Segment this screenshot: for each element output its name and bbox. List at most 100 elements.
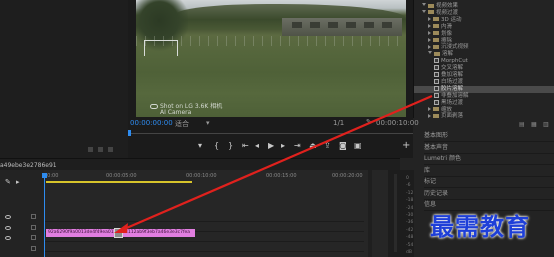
chevron-down-icon[interactable] <box>422 3 426 8</box>
panel-button[interactable] <box>108 147 113 152</box>
camera-watermark: Shot on LG 3.6K 相机 AI Camera <box>150 104 222 116</box>
transition-marker[interactable] <box>114 228 123 238</box>
meter-label: -54 <box>406 242 414 248</box>
effect-label: 非叠加溶解 <box>441 92 469 99</box>
chevron-right-icon[interactable] <box>428 38 431 42</box>
lock-icon[interactable] <box>31 214 36 219</box>
chevron-right-icon[interactable] <box>428 17 431 22</box>
panel-tab[interactable]: 基本声音 <box>424 143 554 154</box>
panel-button[interactable] <box>98 147 103 152</box>
mark-in-icon[interactable]: { <box>214 141 219 151</box>
clip-label: 92a6290f9a0013de4f49ea01ae <box>48 230 114 235</box>
lift-icon[interactable]: ⏏ <box>309 141 317 151</box>
watermark-subtext: AI Camera <box>160 109 192 116</box>
premiere-window: Shot on LG 3.6K 相机 AI Camera 00:00:00:00… <box>0 0 554 257</box>
linked-selection-icon[interactable]: ▸ <box>16 178 20 186</box>
toggle-track-output-icon[interactable] <box>5 236 11 240</box>
transport-controls: ▾ { } ⇤ ◂ ▶ ▸ ⇥ ⏏ ⇪ ◙ ▣ + <box>128 141 413 153</box>
timeline-panel: ✎ ▸ 00:00 00:00:05:00 00:00:10:00 00:00:15:… <box>0 170 400 257</box>
meter-bar <box>394 174 397 252</box>
effect-label: 胶片溶解 <box>441 85 464 92</box>
effect-label: 叠加溶解 <box>441 72 464 78</box>
extract-icon[interactable]: ⇪ <box>324 141 331 151</box>
panel-button[interactable] <box>88 147 93 152</box>
soccer-goal <box>144 40 178 56</box>
effects-panel-footer: ▤ ▦ ▥ <box>413 121 554 129</box>
effect-folder[interactable]: 页面剥落 <box>414 113 554 120</box>
timeline-playhead[interactable] <box>44 176 45 257</box>
meter-label: -30 <box>406 213 414 218</box>
panel-tab[interactable]: 基本图形 <box>424 131 554 142</box>
snap-icon[interactable]: ✎ <box>5 178 11 186</box>
play-icon[interactable]: ▶ <box>268 141 274 151</box>
work-area-bar[interactable] <box>46 181 192 183</box>
panel-tab[interactable]: Lumetri 颜色 <box>424 154 554 165</box>
meter-label: -48 <box>406 235 414 241</box>
toggle-track-output-icon[interactable] <box>5 215 11 219</box>
meter-label: dB <box>406 250 412 255</box>
sequence-tab[interactable]: a49ebe3e2786e91 <box>0 162 57 169</box>
fit-dropdown[interactable]: 适合 <box>175 119 189 129</box>
monitor-scrubber[interactable] <box>128 130 413 136</box>
lock-icon[interactable] <box>31 235 36 240</box>
meter-label: -42 <box>406 227 414 233</box>
resolution-dropdown[interactable]: 1/1 <box>333 119 344 127</box>
effect-label: 擦除 <box>441 37 453 44</box>
camera-icon[interactable]: ◙ <box>339 141 347 151</box>
folder-icon <box>433 17 439 22</box>
panel-tab[interactable]: 历史记录 <box>424 189 554 200</box>
video-preview: Shot on LG 3.6K 相机 AI Camera <box>136 0 406 117</box>
timeline-header: a49ebe3e2786e91 <box>0 158 400 170</box>
folder-icon <box>434 51 440 56</box>
mark-out-icon[interactable]: } <box>228 141 233 151</box>
folder-icon <box>433 24 439 29</box>
effect-label: 黑场过渡 <box>441 99 464 106</box>
go-to-out-icon[interactable]: ⇥ <box>294 141 301 151</box>
video-clip-2[interactable]: 4112ab9f3eb7a46e3e3c7fea <box>123 229 195 237</box>
chevron-right-icon[interactable] <box>428 113 431 118</box>
effect-label: 缩放 <box>441 106 453 113</box>
new-item-icon[interactable]: ▦ <box>531 121 537 128</box>
add-button-icon[interactable]: + <box>402 141 410 151</box>
step-back-icon[interactable]: ◂ <box>255 141 259 151</box>
effect-label: 3D 运动 <box>441 16 462 23</box>
chevron-down-icon[interactable] <box>428 51 432 56</box>
effects-panel: 视频效果 视频过渡 3D 运动 内滑 划像 擦除 沉浸式视频 溶解 MorphCut 交叉溶解 叠加… <box>413 0 554 120</box>
playhead-timecode[interactable]: 00:00:00:00 <box>130 119 173 127</box>
timeline-scrollbar[interactable] <box>368 170 372 257</box>
time-ruler[interactable]: 00:00 00:00:05:00 00:00:10:00 00:00:15:00 00… <box>44 170 364 186</box>
effect-label: 溶解 <box>442 51 454 58</box>
panel-tab[interactable]: 标记 <box>424 177 554 188</box>
folder-icon <box>428 10 434 15</box>
chevron-right-icon[interactable] <box>428 31 431 36</box>
wrench-icon[interactable]: ✎ <box>366 118 372 126</box>
playhead-marker[interactable] <box>128 130 131 136</box>
toggle-track-output-icon[interactable] <box>5 226 11 230</box>
trash-icon[interactable]: ▥ <box>543 121 549 128</box>
add-marker-icon[interactable]: ▾ <box>198 141 202 151</box>
meter-label: 0 <box>406 176 409 181</box>
step-forward-icon[interactable]: ▸ <box>281 141 285 151</box>
effect-label: 白场过渡 <box>441 78 464 85</box>
meter-label: -36 <box>406 220 414 226</box>
chevron-right-icon[interactable] <box>428 44 431 49</box>
video-track-v3[interactable] <box>44 212 364 222</box>
video-clip-1[interactable]: 92a6290f9a0013de4f49ea01ae <box>46 229 114 237</box>
chevron-right-icon[interactable] <box>428 24 431 29</box>
new-bin-icon[interactable]: ▤ <box>519 121 525 128</box>
lock-icon[interactable] <box>31 246 36 251</box>
chevron-down-icon[interactable] <box>422 9 426 15</box>
program-monitor: Shot on LG 3.6K 相机 AI Camera 00:00:00:00… <box>128 0 419 158</box>
effect-label: 视频过渡 <box>436 9 459 16</box>
transition-icon <box>434 65 439 71</box>
compare-icon[interactable]: ▣ <box>354 141 362 151</box>
chevron-right-icon[interactable] <box>428 107 431 111</box>
audio-track-a1[interactable] <box>44 242 364 252</box>
go-to-in-icon[interactable]: ⇤ <box>242 141 249 151</box>
chevron-down-icon[interactable]: ▾ <box>206 119 210 127</box>
lock-icon[interactable] <box>31 225 36 230</box>
camera-icon <box>150 104 158 109</box>
effect-label: 页面剥落 <box>441 113 464 120</box>
panel-tab[interactable]: 库 <box>424 166 554 177</box>
ruler-tick-label: 00:00:05:00 <box>106 173 137 179</box>
